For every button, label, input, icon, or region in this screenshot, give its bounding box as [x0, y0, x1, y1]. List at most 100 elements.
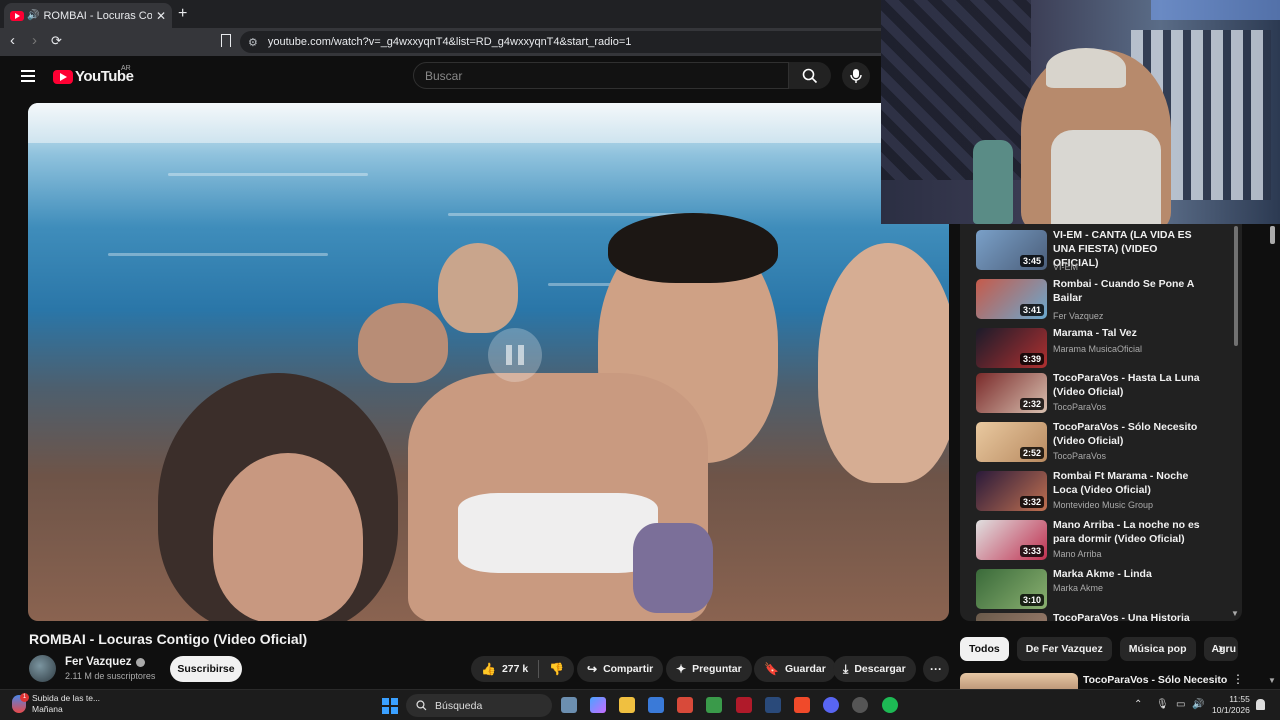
item-title[interactable]: Rombai - Cuando Se Pone A Bailar: [1053, 277, 1203, 305]
dislike-icon[interactable]: 👎: [549, 662, 564, 676]
item-title[interactable]: Marama - Tal Vez: [1053, 326, 1203, 340]
item-channel[interactable]: Marama MusicaOficial: [1053, 344, 1142, 354]
youtube-logo[interactable]: YouTube AR: [53, 65, 134, 85]
more-options-icon[interactable]: ⋮: [1232, 672, 1244, 686]
list-item[interactable]: 3:10 Marka Akme - Linda Marka Akme: [976, 567, 1226, 613]
item-channel[interactable]: Marka Akme: [1053, 583, 1103, 593]
save-icon: 🔖: [764, 662, 779, 676]
item-title[interactable]: TocoParaVos - Sólo Necesito (Video Ofici…: [1053, 420, 1203, 448]
app-icon[interactable]: [852, 697, 868, 713]
item-channel[interactable]: TocoParaVos: [1053, 402, 1106, 412]
network-icon[interactable]: ▭: [1176, 699, 1185, 710]
search-input[interactable]: Buscar: [413, 62, 789, 89]
video-person: [608, 213, 778, 283]
video-person: [358, 303, 448, 383]
menu-icon[interactable]: [21, 70, 35, 82]
page-scrollbar[interactable]: [1270, 226, 1275, 244]
like-icon[interactable]: 👍: [481, 662, 496, 676]
list-item[interactable]: 2:32 TocoParaVos - Hasta La Luna (Video …: [976, 371, 1226, 417]
webcam-overlay: [881, 0, 1280, 224]
video-thumbnail[interactable]: 3:33: [976, 520, 1047, 560]
item-title[interactable]: Marka Akme - Linda: [1053, 567, 1203, 581]
video-thumbnail[interactable]: 3:10: [976, 569, 1047, 609]
taskbar-search[interactable]: Búsqueda: [406, 694, 552, 717]
list-item[interactable]: 2:52 TocoParaVos - Sólo Necesito (Video …: [976, 420, 1226, 466]
forward-icon[interactable]: ›: [32, 32, 37, 49]
item-channel[interactable]: Mano Arriba: [1053, 549, 1102, 559]
video-thumbnail[interactable]: 3:41: [976, 279, 1047, 319]
list-item[interactable]: 3:45 VI-EM - CANTA (LA VIDA ES UNA FIEST…: [976, 228, 1226, 274]
game-icon[interactable]: [706, 697, 722, 713]
reload-icon[interactable]: ⟳: [51, 33, 62, 49]
item-channel[interactable]: Fer Vazquez: [1053, 311, 1103, 321]
weather-widget[interactable]: 1 Subida de las te... Mañana: [12, 693, 100, 715]
copilot-icon[interactable]: [590, 697, 606, 713]
item-title[interactable]: Rombai Ft Marama - Noche Loca (Video Ofi…: [1053, 469, 1203, 497]
date: 10/1/2026: [1212, 705, 1250, 715]
new-tab-icon[interactable]: +: [178, 5, 187, 23]
close-tab-icon[interactable]: ✕: [156, 9, 166, 23]
item-channel[interactable]: VI-EM: [1053, 262, 1078, 272]
list-item[interactable]: 3:39 Marama - Tal Vez Marama MusicaOfici…: [976, 326, 1226, 372]
store-icon[interactable]: [648, 697, 664, 713]
share-button[interactable]: ↪ Compartir: [577, 656, 664, 682]
scroll-down-icon[interactable]: ▼: [1231, 609, 1239, 618]
chevron-up-icon[interactable]: ⌃: [1134, 699, 1142, 710]
chevron-right-icon[interactable]: ›: [1218, 640, 1223, 658]
search-button[interactable]: [789, 62, 831, 89]
video-thumbnail[interactable]: 2:32: [976, 373, 1047, 413]
spotify-icon[interactable]: [882, 697, 898, 713]
microphone-icon[interactable]: 🎙: [1156, 699, 1169, 710]
chip-from-channel[interactable]: De Fer Vazquez: [1016, 637, 1112, 661]
video-thumbnail[interactable]: 3:32: [976, 471, 1047, 511]
avatar[interactable]: [29, 655, 56, 682]
item-channel[interactable]: Montevideo Music Group: [1053, 500, 1153, 510]
country-code: AR: [121, 65, 131, 72]
bookmark-icon[interactable]: [221, 34, 231, 47]
item-title[interactable]: TocoParaVos - Hasta La Luna (Video Ofici…: [1053, 371, 1203, 399]
list-item[interactable]: 3:33 Mano Arriba - La noche no es para d…: [976, 518, 1226, 564]
start-icon[interactable]: [382, 698, 398, 714]
subscribe-button[interactable]: Suscribirse: [170, 656, 242, 682]
like-count[interactable]: 277 k: [502, 663, 528, 675]
app-icon[interactable]: [677, 697, 693, 713]
voice-search-button[interactable]: [842, 62, 870, 90]
item-title[interactable]: TocoParaVos - Una Historia: [1053, 611, 1203, 621]
steam-icon[interactable]: [765, 697, 781, 713]
chip-all[interactable]: Todos: [960, 637, 1009, 661]
back-icon[interactable]: ‹: [10, 32, 15, 49]
photos-icon[interactable]: [561, 697, 577, 713]
chip-pop-music[interactable]: Música pop: [1119, 637, 1196, 661]
list-item[interactable]: TocoParaVos - Una Historia: [976, 611, 1226, 621]
clock[interactable]: 11:55 10/1/2026: [1212, 694, 1250, 716]
video-thumbnail[interactable]: 2:52: [976, 422, 1047, 462]
notification-bell-icon[interactable]: [1256, 699, 1265, 710]
item-channel[interactable]: TocoParaVos: [1053, 451, 1106, 461]
brave-icon[interactable]: [794, 697, 810, 713]
item-title[interactable]: Mano Arriba - La noche no es para dormir…: [1053, 518, 1203, 546]
file-explorer-icon[interactable]: [619, 697, 635, 713]
video-thumbnail[interactable]: [976, 613, 1047, 621]
page-scroll-down-icon[interactable]: ▼: [1268, 676, 1276, 685]
download-button[interactable]: ⤓ Descargar: [833, 656, 916, 682]
more-actions-icon[interactable]: ···: [923, 656, 949, 682]
video-thumbnail[interactable]: 3:39: [976, 328, 1047, 368]
pause-icon[interactable]: [488, 328, 542, 382]
site-settings-icon[interactable]: ⚙: [248, 36, 258, 49]
playlist-scrollbar[interactable]: [1234, 226, 1238, 346]
recommended-title[interactable]: TocoParaVos - Sólo Necesito: [1083, 674, 1227, 686]
volume-icon[interactable]: 🔊: [1192, 699, 1204, 710]
save-button[interactable]: 🔖 Guardar: [754, 656, 836, 682]
speaker-icon[interactable]: 🔊: [27, 10, 39, 21]
discord-icon[interactable]: [823, 697, 839, 713]
list-item[interactable]: 3:32 Rombai Ft Marama - Noche Loca (Vide…: [976, 469, 1226, 515]
app-icon[interactable]: [736, 697, 752, 713]
video-player[interactable]: [28, 103, 949, 621]
channel-name[interactable]: Fer Vazquez: [65, 656, 146, 668]
duration: 3:32: [1019, 496, 1044, 508]
list-item[interactable]: 3:41 Rombai - Cuando Se Pone A Bailar Fe…: [976, 277, 1226, 323]
webcam-bottle: [973, 140, 1013, 224]
browser-tab[interactable]: 🔊 ROMBAI - Locuras Contigo (Vide ✕: [4, 3, 172, 28]
video-thumbnail[interactable]: 3:45: [976, 230, 1047, 270]
ask-button[interactable]: ✦ Preguntar: [666, 656, 752, 682]
